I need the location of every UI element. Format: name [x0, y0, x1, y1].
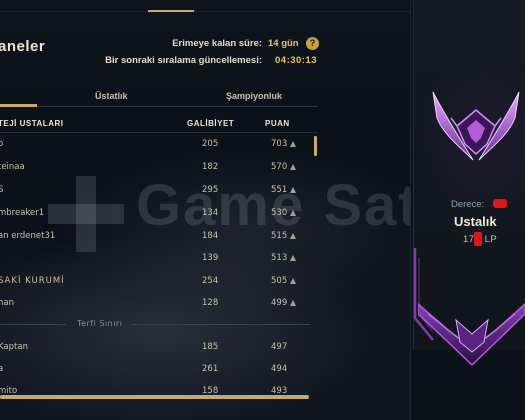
row-points: 494	[271, 364, 288, 374]
horizontal-scrollbar[interactable]	[0, 395, 309, 399]
row-player-name: o	[0, 139, 4, 149]
row-points: 513	[271, 253, 288, 263]
tab-divider	[0, 106, 318, 107]
rank-lp-prefix: 17	[463, 234, 475, 245]
rank-tier-label: Derece:	[451, 199, 485, 210]
update-label: Bir sonraki sıralama güncellemesi:	[105, 55, 262, 66]
tab-championship[interactable]: Şampiyonluk	[226, 91, 282, 101]
triangle-up-icon	[290, 255, 296, 261]
row-points: 505	[271, 276, 288, 286]
row-wins: 139	[202, 253, 219, 263]
row-points: 497	[271, 342, 288, 352]
row-player-name: an erdenet31	[0, 231, 56, 241]
watermark-plus-icon	[48, 176, 124, 252]
row-player-name: teinaa	[0, 162, 25, 172]
redaction-mark	[493, 199, 507, 208]
page-title: aneler	[0, 38, 46, 55]
rank-crest-icon	[418, 302, 525, 365]
promotion-line-left	[0, 324, 66, 325]
row-player-name: SAKİ KURUMİ	[0, 276, 65, 286]
row-player-name: S	[0, 185, 4, 195]
redaction-mark	[474, 232, 482, 246]
row-player-name: a	[0, 364, 4, 374]
table-row[interactable]: Kaptan 185 497	[0, 340, 318, 356]
row-wins: 261	[202, 364, 219, 374]
table-row[interactable]: a 261 494	[0, 362, 318, 378]
decay-label: Erimeye kalan süre:	[172, 38, 262, 49]
row-wins: 254	[202, 276, 219, 286]
row-points: 703	[271, 139, 288, 149]
column-header-name: TEJİ USTALARI	[0, 119, 64, 128]
decay-value: 14 gün	[268, 38, 299, 49]
column-header-points: PUAN	[265, 119, 290, 128]
row-wins: 128	[202, 298, 219, 308]
column-header-wins: GALİBİYET	[187, 119, 235, 128]
info-icon[interactable]: ?	[306, 37, 319, 50]
row-points: 570	[271, 162, 288, 172]
promotion-line-right	[132, 324, 310, 325]
row-player-name: mbreaker1	[0, 208, 45, 218]
row-wins: 182	[202, 162, 219, 172]
tab-mastery[interactable]: Üstatlık	[95, 91, 128, 101]
header-divider	[0, 132, 318, 133]
promotion-label: Terfi Sınırı	[77, 319, 123, 328]
table-row[interactable]: SAKİ KURUMİ 254 505	[0, 274, 318, 290]
table-row[interactable]: o 205 703	[0, 137, 318, 153]
top-nav	[0, 0, 410, 12]
row-points: 499	[271, 298, 288, 308]
master-emblem-icon	[432, 91, 520, 161]
row-wins: 185	[202, 342, 219, 352]
table-row[interactable]: 139 513	[0, 251, 318, 267]
tab-active-indicator	[0, 104, 37, 107]
promotion-divider: Terfi Sınırı	[0, 318, 310, 330]
row-wins: 205	[202, 139, 219, 149]
update-value: 04:30:13	[275, 55, 318, 66]
triangle-up-icon	[290, 300, 296, 306]
row-player-name: Kaptan	[0, 342, 28, 352]
triangle-up-icon	[290, 164, 296, 170]
rank-lp-suffix: LP	[484, 234, 498, 245]
triangle-up-icon	[290, 141, 296, 147]
row-player-name: han	[0, 298, 14, 308]
table-row[interactable]: han 128 499	[0, 296, 318, 312]
rank-name: Ustalık	[454, 214, 497, 229]
triangle-up-icon	[290, 278, 296, 284]
nav-active-indicator	[148, 10, 194, 12]
table-scrollbar[interactable]	[314, 136, 317, 156]
